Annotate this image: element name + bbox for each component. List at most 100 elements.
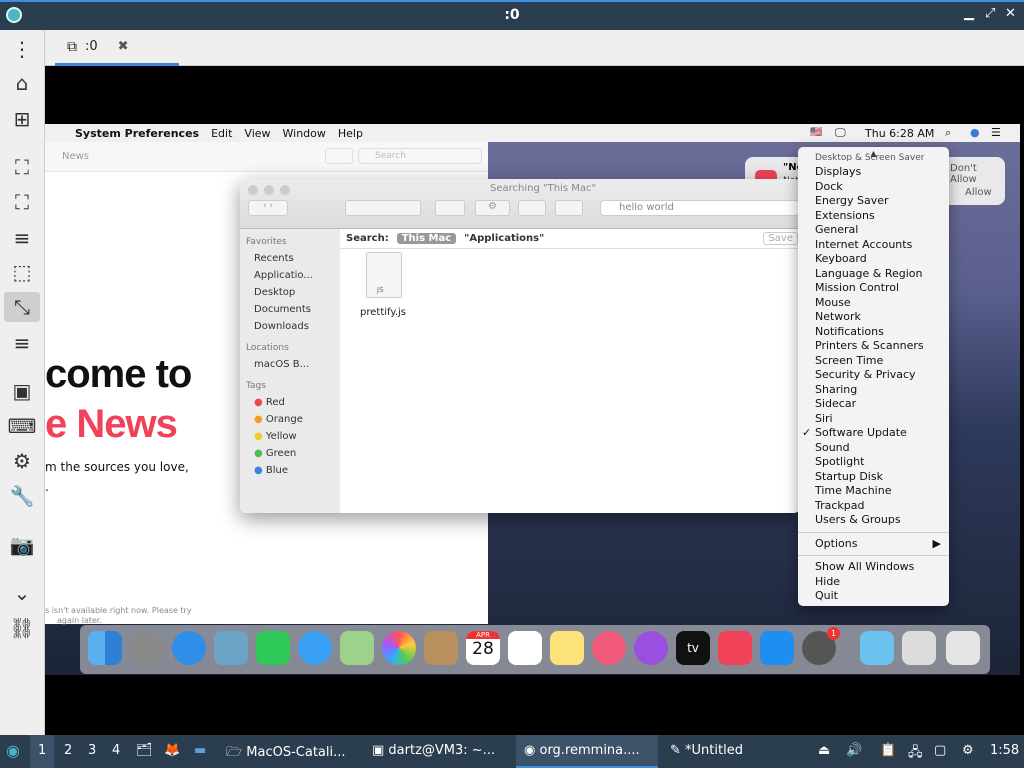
dont-allow-button[interactable]: Don't Allow — [950, 163, 1005, 185]
sidebar-item-documents[interactable]: Documents — [240, 301, 340, 318]
task-terminal[interactable]: ▣ dartz@VM3: ~... — [372, 743, 508, 758]
messages-dock-icon[interactable] — [298, 631, 332, 665]
notes-dock-icon[interactable] — [550, 631, 584, 665]
menu-item-mission-control[interactable]: Mission Control — [798, 281, 949, 296]
menu-item-siri[interactable]: Siri — [798, 412, 949, 427]
close-button[interactable]: ✕ — [1005, 6, 1016, 21]
tag-red[interactable]: ● Red — [240, 394, 340, 411]
home-icon[interactable]: ⌂ — [4, 68, 40, 98]
tag-green[interactable]: ● Green — [240, 445, 340, 462]
menu-show-all-windows[interactable]: Show All Windows — [798, 560, 949, 575]
menu-item-spotlight[interactable]: Spotlight — [798, 455, 949, 470]
workspace-3[interactable]: 3 — [88, 743, 96, 758]
menu-item-network[interactable]: Network — [798, 310, 949, 325]
menubar-clock[interactable]: Thu 6:28 AM — [865, 127, 934, 140]
news-dock-icon[interactable] — [718, 631, 752, 665]
finder-dock-icon[interactable] — [88, 631, 122, 665]
minimize-dot[interactable] — [264, 185, 274, 195]
menu-item-sharing[interactable]: Sharing — [798, 383, 949, 398]
workspace-1[interactable]: 1 — [38, 743, 46, 758]
menu-item-security-privacy[interactable]: Security & Privacy — [798, 368, 949, 383]
reminders-dock-icon[interactable] — [508, 631, 542, 665]
view-switcher[interactable] — [345, 200, 421, 216]
js-file-icon[interactable]: JS — [366, 252, 402, 298]
calendar-dock-icon[interactable]: APR 28 — [466, 631, 500, 665]
tv-dock-icon[interactable]: tv — [676, 631, 710, 665]
desktop-icon[interactable]: ▬ — [194, 743, 206, 758]
sidebar-item-recents[interactable]: Recents — [240, 250, 340, 267]
task-editor[interactable]: ✎ *Untitled — [670, 743, 800, 758]
safari-dock-icon[interactable] — [172, 631, 206, 665]
tag-blue[interactable]: ● Blue — [240, 462, 340, 479]
allow-button[interactable]: Allow — [965, 187, 992, 198]
menu-hide[interactable]: Hide — [798, 575, 949, 590]
file-manager-icon[interactable]: 🗂 — [136, 743, 153, 758]
menu-item-time-machine[interactable]: Time Machine — [798, 484, 949, 499]
close-dot[interactable] — [248, 185, 258, 195]
menu-item-sidecar[interactable]: Sidecar — [798, 397, 949, 412]
finder-search-input[interactable]: hello world — [600, 200, 800, 216]
toolbar-menu-icon[interactable]: ≡ — [4, 223, 40, 253]
screenshot-icon[interactable]: 📷 — [4, 530, 40, 560]
maps-dock-icon[interactable] — [340, 631, 374, 665]
menu-item-displays[interactable]: Displays — [798, 165, 949, 180]
menu-options[interactable]: Options ▶ — [798, 537, 949, 552]
save-search-button[interactable]: Save — [763, 232, 798, 245]
menu-system-preferences[interactable]: System Preferences — [75, 127, 199, 140]
news-search[interactable]: Search — [358, 148, 482, 164]
sidebar-item-macos-disk[interactable]: macOS B... — [240, 356, 340, 373]
workspace-2[interactable]: 2 — [64, 743, 72, 758]
keyboard-icon[interactable]: ⌨ — [4, 411, 40, 441]
menu-item-mouse[interactable]: Mouse — [798, 296, 949, 311]
minimize-toolbar-icon[interactable]: ⌄ — [4, 578, 40, 608]
preferences-icon[interactable]: ⚙ — [4, 446, 40, 476]
tools-icon[interactable]: 🔧 — [4, 481, 40, 511]
menu-item-screen-time[interactable]: Screen Time — [798, 354, 949, 369]
display-icon[interactable]: 🖵 — [835, 126, 846, 140]
photos-dock-icon[interactable] — [382, 631, 416, 665]
trash-dock-icon[interactable] — [946, 631, 980, 665]
menu-view[interactable]: View — [244, 127, 270, 140]
menu-item-extensions[interactable]: Extensions — [798, 209, 949, 224]
siri-icon[interactable]: ● — [970, 126, 980, 139]
menu-item-language-region[interactable]: Language & Region — [798, 267, 949, 282]
menu-item-startup-disk[interactable]: Startup Disk — [798, 470, 949, 485]
eject-icon[interactable]: ⏏ — [818, 743, 830, 758]
menu-item-dock[interactable]: Dock — [798, 180, 949, 195]
menu-item-sound[interactable]: Sound — [798, 441, 949, 456]
menu-item-users-groups[interactable]: Users & Groups — [798, 513, 949, 528]
sidebar-item-applications[interactable]: Applicatio... — [240, 267, 340, 284]
fit-window-icon[interactable]: ⛶ — [4, 152, 40, 182]
sidebar-item-desktop[interactable]: Desktop — [240, 284, 340, 301]
podcasts-dock-icon[interactable] — [634, 631, 668, 665]
contacts-dock-icon[interactable] — [424, 631, 458, 665]
sidebar-item-downloads[interactable]: Downloads — [240, 318, 340, 335]
share-button[interactable] — [325, 148, 353, 164]
menu-item-general[interactable]: General — [798, 223, 949, 238]
tag-icon[interactable] — [555, 200, 583, 216]
menu-item-printers-scanners[interactable]: Printers & Scanners — [798, 339, 949, 354]
scale-icon[interactable]: ⬚ — [4, 257, 40, 287]
menu-item-software-update[interactable]: Software Update — [798, 426, 949, 441]
launchpad-dock-icon[interactable] — [130, 631, 164, 665]
folder-dock-icon[interactable] — [860, 631, 894, 665]
start-menu-icon[interactable]: ◉ — [6, 741, 20, 760]
network-icon[interactable]: 🖧 — [908, 743, 923, 765]
clipboard-icon[interactable]: 📋 — [880, 743, 896, 758]
menu-item-trackpad[interactable]: Trackpad — [798, 499, 949, 514]
restore-button[interactable]: ⤢ — [985, 6, 995, 21]
task-macos-catalina[interactable]: 🗁 MacOS-Catali... — [226, 743, 362, 765]
tag-yellow[interactable]: ● Yellow — [240, 428, 340, 445]
menu-quit[interactable]: Quit — [798, 589, 949, 604]
scope-applications[interactable]: "Applications" — [464, 233, 544, 244]
notification-center-icon[interactable]: ☰ — [991, 126, 1001, 139]
quality-menu-icon[interactable]: ≡ — [4, 328, 40, 358]
system-preferences-dock-icon[interactable]: 1 — [802, 627, 840, 665]
scope-this-mac[interactable]: This Mac — [396, 233, 457, 244]
tag-orange[interactable]: ● Orange — [240, 411, 340, 428]
volume-icon[interactable]: 🔊 — [846, 743, 862, 758]
menu-dots-icon[interactable]: ⋮ — [4, 34, 40, 64]
task-remmina[interactable]: ◉ org.remmina.... — [524, 743, 654, 758]
mail-dock-icon[interactable] — [214, 631, 248, 665]
menu-window[interactable]: Window — [283, 127, 326, 140]
